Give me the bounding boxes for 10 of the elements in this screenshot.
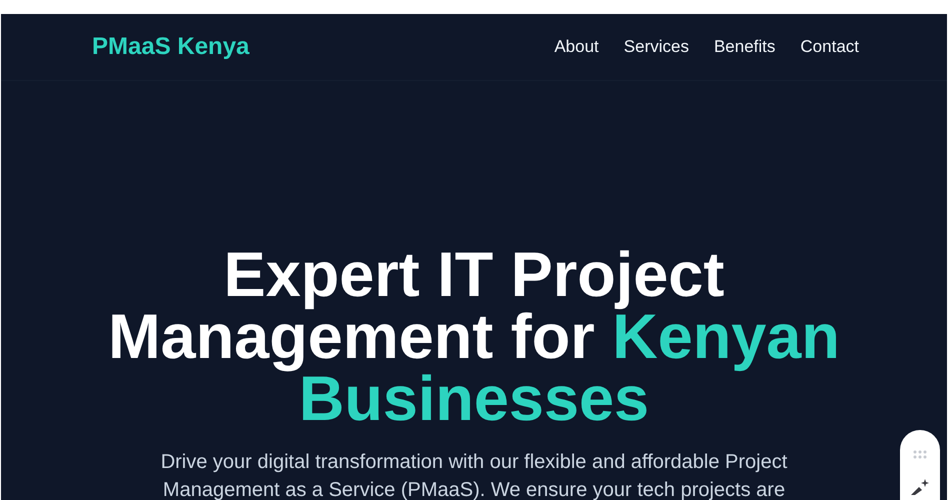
nav-link[interactable]: Contact	[800, 37, 859, 57]
hero-description: Drive your digital transformation with our flexible and affordable Project Management as a Service (PMaaS). We ensure your tech projects are	[160, 450, 788, 500]
sparkle-icon	[909, 479, 931, 495]
nav-link[interactable]: About	[554, 37, 599, 57]
hero-heading: Expert IT Project Management for Kenyan Businesses	[107, 244, 841, 430]
floating-widget[interactable]	[900, 430, 940, 500]
logo-link[interactable]: PMaaS Kenya	[92, 33, 250, 61]
nav-link[interactable]: Services	[624, 37, 689, 57]
grip-icon	[913, 450, 927, 459]
nav-link[interactable]: Benefits	[714, 37, 776, 57]
